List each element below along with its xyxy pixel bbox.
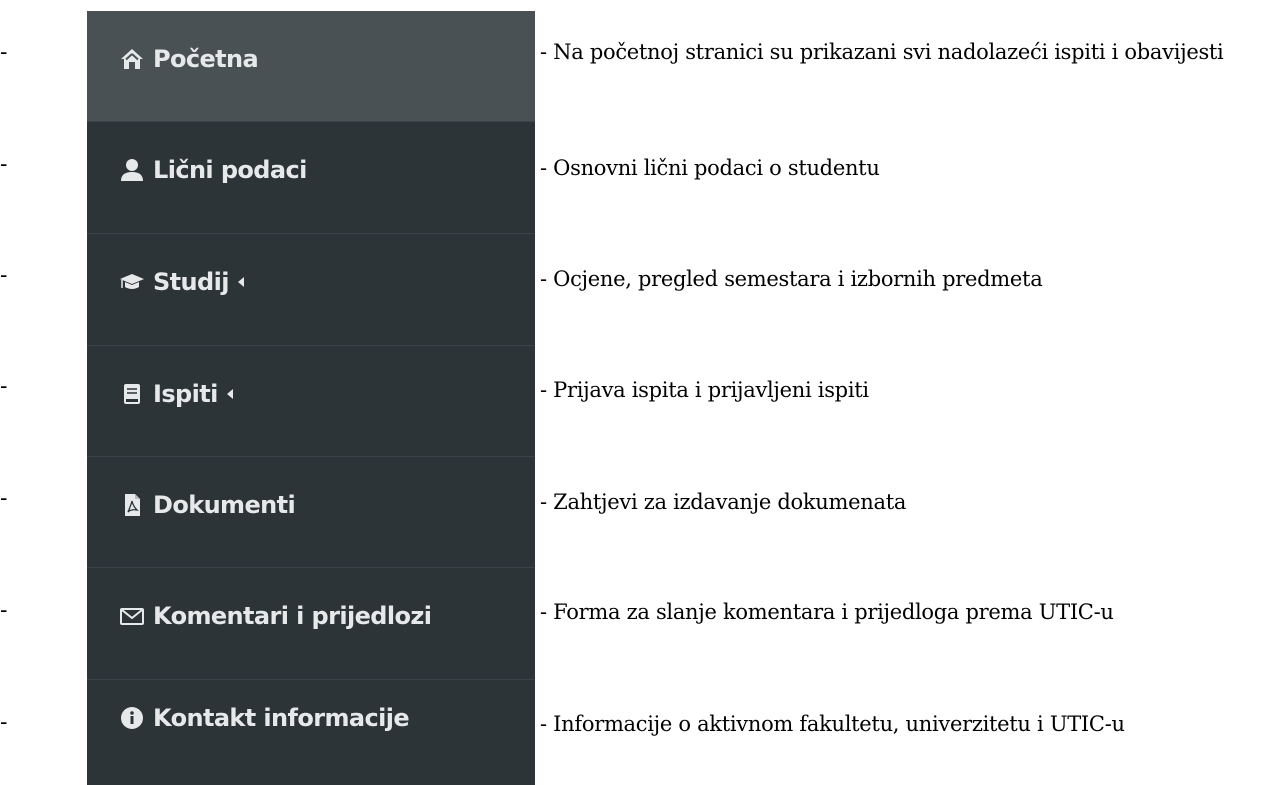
sidebar-item-dokumenti[interactable]: Dokumenti <box>87 457 535 568</box>
book-icon <box>119 381 145 407</box>
list-dash: - <box>0 598 8 623</box>
graduation-cap-icon <box>119 269 145 295</box>
sidebar-item-label: Početna <box>153 45 259 73</box>
description-komentari: - Forma za slanje komentara i prijedloga… <box>540 600 1114 624</box>
list-dash: - <box>0 40 8 65</box>
sidebar-item-label: Ispiti <box>153 380 218 408</box>
sidebar-item-label: Dokumenti <box>153 491 296 519</box>
caret-left-icon <box>237 277 244 287</box>
description-dokumenti: - Zahtjevi za izdavanje dokumenata <box>540 490 907 514</box>
sidebar-item-label: Komentari i prijedlozi <box>153 602 432 630</box>
info-circle-icon <box>119 705 145 731</box>
sidebar-item-label: Kontakt informacije <box>153 704 410 732</box>
sidebar-item-studij[interactable]: Studij <box>87 234 535 346</box>
description-ispiti: - Prijava ispita i prijavljeni ispiti <box>540 378 869 402</box>
sidebar-item-pocetna[interactable]: Početna <box>87 11 535 122</box>
envelope-icon <box>119 603 145 629</box>
pdf-file-icon <box>119 492 145 518</box>
sidebar-item-licni-podaci[interactable]: Lični podaci <box>87 122 535 234</box>
description-studij: - Ocjene, pregled semestara i izbornih p… <box>540 267 1043 291</box>
sidebar-item-komentari[interactable]: Komentari i prijedlozi <box>87 568 535 680</box>
description-licni-podaci: - Osnovni lični podaci o studentu <box>540 156 880 180</box>
list-dash: - <box>0 152 8 177</box>
caret-left-icon <box>226 389 233 399</box>
sidebar-item-label: Lični podaci <box>153 156 307 184</box>
description-pocetna: - Na početnoj stranici su prikazani svi … <box>540 40 1224 64</box>
page: - - - - - - - Početna Lični podaci Studi… <box>0 0 1288 785</box>
home-icon <box>119 46 145 72</box>
sidebar-item-ispiti[interactable]: Ispiti <box>87 346 535 457</box>
list-dash: - <box>0 263 8 288</box>
sidebar-item-kontakt[interactable]: Kontakt informacije <box>87 680 535 785</box>
description-kontakt: - Informacije o aktivnom fakultetu, univ… <box>540 712 1125 736</box>
sidebar-menu: Početna Lični podaci Studij Ispiti Dokum… <box>87 11 535 785</box>
list-dash: - <box>0 486 8 511</box>
sidebar-item-label: Studij <box>153 268 229 296</box>
list-dash: - <box>0 710 8 735</box>
list-dash: - <box>0 374 8 399</box>
user-icon <box>119 157 145 183</box>
